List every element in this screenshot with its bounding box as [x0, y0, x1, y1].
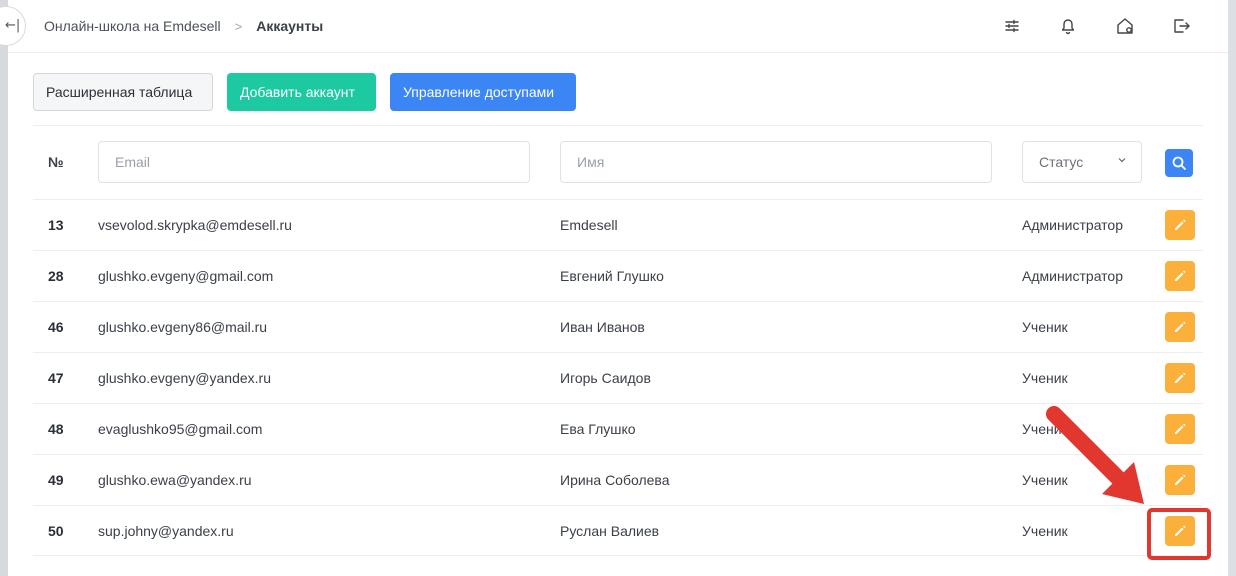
bell-icon[interactable]	[1058, 16, 1078, 36]
name-filter-input[interactable]: Имя	[560, 141, 992, 183]
pencil-icon	[1175, 219, 1186, 230]
breadcrumb-school-link[interactable]: Онлайн-школа на Emdesell	[44, 18, 221, 34]
pencil-icon	[1175, 423, 1186, 434]
row-status: Администратор	[1022, 268, 1124, 284]
row-status: Ученик	[1022, 370, 1068, 386]
pencil-icon	[1175, 270, 1186, 281]
row-id: 49	[48, 472, 64, 488]
toolbar: Расширенная таблица Добавить аккаунт Упр…	[33, 73, 576, 111]
edit-account-button[interactable]	[1165, 261, 1195, 291]
row-email: vsevolod.skrypka@emdesell.ru	[98, 217, 292, 233]
row-id: 48	[48, 421, 64, 437]
row-name: Евгений Глушко	[560, 268, 664, 284]
table-row: 49 glushko.ewa@yandex.ru Ирина Соболева Уче…	[33, 454, 1203, 505]
table-row: 48 evaglushko95@gmail.com Ева Глушко Ученик	[33, 403, 1203, 454]
pencil-icon	[1175, 321, 1186, 332]
pencil-icon	[1175, 474, 1186, 485]
edit-account-button[interactable]	[1165, 465, 1195, 495]
row-status: Ученик	[1022, 523, 1068, 539]
logout-icon[interactable]	[1171, 16, 1191, 36]
row-id: 47	[48, 370, 64, 386]
extended-table-button[interactable]: Расширенная таблица	[33, 73, 213, 111]
sliders-icon[interactable]	[1002, 16, 1022, 36]
topbar: Онлайн-школа на Emdesell > Аккаунты	[8, 0, 1228, 53]
table-row: 47 glushko.evgeny@yandex.ru Игорь Саидов Уч…	[33, 352, 1203, 403]
row-name: Ирина Соболева	[560, 472, 670, 488]
row-email: glushko.evgeny86@mail.ru	[98, 319, 268, 335]
row-email: glushko.evgeny@gmail.com	[98, 268, 274, 284]
chevron-down-icon	[1118, 158, 1126, 163]
toolbar-divider	[33, 125, 1203, 126]
breadcrumb-current: Аккаунты	[256, 18, 324, 34]
email-filter-input[interactable]: Email	[98, 141, 530, 183]
access-management-button[interactable]: Управление доступами	[390, 73, 576, 111]
row-status: Администратор	[1022, 217, 1124, 233]
table-row: 13 vsevolod.skrypka@emdesell.ru Emdesell Ад…	[33, 199, 1203, 250]
pencil-icon	[1175, 372, 1186, 383]
row-name: Игорь Саидов	[560, 370, 651, 386]
accounts-table: 13 vsevolod.skrypka@emdesell.ru Emdesell Ад…	[33, 199, 1203, 556]
table-row: 50 sup.johny@yandex.ru Руслан Валиев Ученик	[33, 505, 1203, 556]
breadcrumb: Онлайн-школа на Emdesell > Аккаунты	[44, 18, 323, 34]
table-row: 28 glushko.evgeny@gmail.com Евгений Глушко…	[33, 250, 1203, 301]
row-id: 13	[48, 217, 64, 233]
breadcrumb-separator: >	[234, 18, 243, 34]
row-email: glushko.evgeny@yandex.ru	[98, 370, 271, 386]
row-name: Ева Глушко	[560, 421, 636, 437]
number-column-header: №	[48, 154, 64, 170]
search-button[interactable]	[1165, 149, 1193, 177]
row-email: glushko.ewa@yandex.ru	[98, 472, 252, 488]
search-icon	[1172, 156, 1186, 170]
add-account-button[interactable]: Добавить аккаунт	[227, 73, 376, 111]
annotation-arrow-icon	[1046, 406, 1144, 504]
row-status: Ученик	[1022, 319, 1068, 335]
table-row: 46 glushko.evgeny86@mail.ru Иван Иванов Уче…	[33, 301, 1203, 352]
status-filter-select[interactable]: Статус	[1022, 141, 1142, 183]
row-name: Иван Иванов	[560, 319, 645, 335]
home-settings-icon[interactable]	[1115, 16, 1135, 36]
row-id: 50	[48, 523, 64, 539]
edit-account-button[interactable]	[1165, 312, 1195, 342]
row-name: Руслан Валиев	[560, 523, 660, 539]
email-placeholder: Email	[115, 154, 151, 170]
right-scroll-area	[1228, 0, 1236, 576]
edit-account-button[interactable]	[1165, 414, 1195, 444]
row-email: sup.johny@yandex.ru	[98, 523, 234, 539]
left-edge	[0, 0, 8, 576]
name-placeholder: Имя	[577, 154, 605, 170]
edit-account-button[interactable]	[1165, 210, 1195, 240]
row-id: 46	[48, 319, 64, 335]
filter-row: № Email Имя Статус	[33, 141, 1203, 185]
row-email: evaglushko95@gmail.com	[98, 421, 263, 437]
status-select-label: Статус	[1039, 154, 1084, 170]
collapse-arrow-icon: ←|	[5, 18, 21, 33]
edit-account-button[interactable]	[1165, 363, 1195, 393]
row-name: Emdesell	[560, 217, 618, 233]
row-id: 28	[48, 268, 64, 284]
